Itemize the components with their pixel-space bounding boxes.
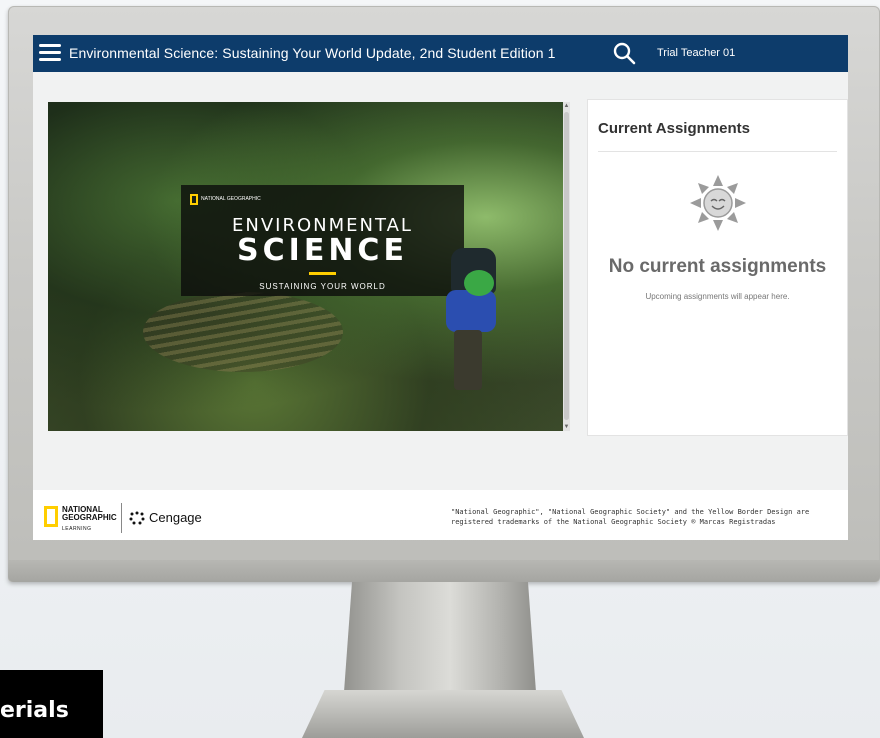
book-cover-image: NATIONAL GEOGRAPHIC ENVIRONMENTAL SCIENC… — [48, 102, 563, 431]
scroll-up-icon[interactable]: ▲ — [563, 102, 570, 110]
cover-subtitle: SUSTAINING YOUR WORLD — [259, 282, 386, 291]
assignments-heading: Current Assignments — [598, 120, 750, 137]
cover-scrollbar[interactable]: ▲ ▼ — [563, 102, 570, 431]
national-geographic-mini-logo: NATIONAL GEOGRAPHIC — [190, 194, 261, 205]
mini-logo-text: NATIONAL GEOGRAPHIC — [201, 196, 261, 202]
cengage-dots-icon — [129, 511, 145, 524]
cengage-logo[interactable]: Cengage — [129, 510, 202, 525]
legal-notice: "National Geographic", "National Geograp… — [451, 508, 810, 526]
cover-title-block: NATIONAL GEOGRAPHIC ENVIRONMENTAL SCIENC… — [181, 185, 464, 296]
sun-icon — [690, 175, 746, 231]
explorer-figure — [446, 248, 506, 398]
ng-logo-line3: LEARNING — [62, 526, 92, 532]
monitor-stand-neck — [344, 582, 536, 692]
scroll-down-icon[interactable]: ▼ — [563, 423, 570, 431]
empty-state-subtitle: Upcoming assignments will appear here. — [645, 292, 790, 301]
yellow-border-icon — [190, 194, 198, 205]
top-navigation-bar: Environmental Science: Sustaining Your W… — [33, 35, 848, 72]
corner-badge-text: erials — [0, 698, 69, 723]
assignments-divider — [598, 151, 837, 152]
ng-logo-line2: GEOGRAPHIC — [62, 513, 117, 522]
cengage-text: Cengage — [149, 510, 202, 525]
current-assignments-panel: Current Assignments No current assignmen… — [587, 99, 848, 436]
search-icon[interactable] — [612, 41, 636, 65]
national-geographic-learning-logo[interactable]: NATIONAL GEOGRAPHIC LEARNING — [44, 506, 117, 533]
hamburger-menu-icon[interactable] — [39, 44, 61, 62]
yellow-border-icon — [44, 506, 58, 527]
corner-badge: erials — [0, 670, 103, 738]
page-title: Environmental Science: Sustaining Your W… — [69, 45, 556, 61]
cave-terraces-decoration — [143, 292, 343, 372]
monitor-stand-base — [302, 690, 584, 738]
app-screen: Environmental Science: Sustaining Your W… — [33, 35, 848, 540]
monitor-chin — [8, 560, 880, 582]
footer: NATIONAL GEOGRAPHIC LEARNING Cengage "Na… — [33, 490, 848, 540]
scrollbar-thumb[interactable] — [564, 112, 569, 420]
user-menu[interactable]: Trial Teacher 01 — [657, 47, 735, 59]
footer-divider — [121, 503, 122, 533]
cover-title-line2: SCIENCE — [237, 233, 408, 268]
empty-state-title: No current assignments — [608, 256, 827, 277]
yellow-accent-bar — [309, 272, 336, 275]
